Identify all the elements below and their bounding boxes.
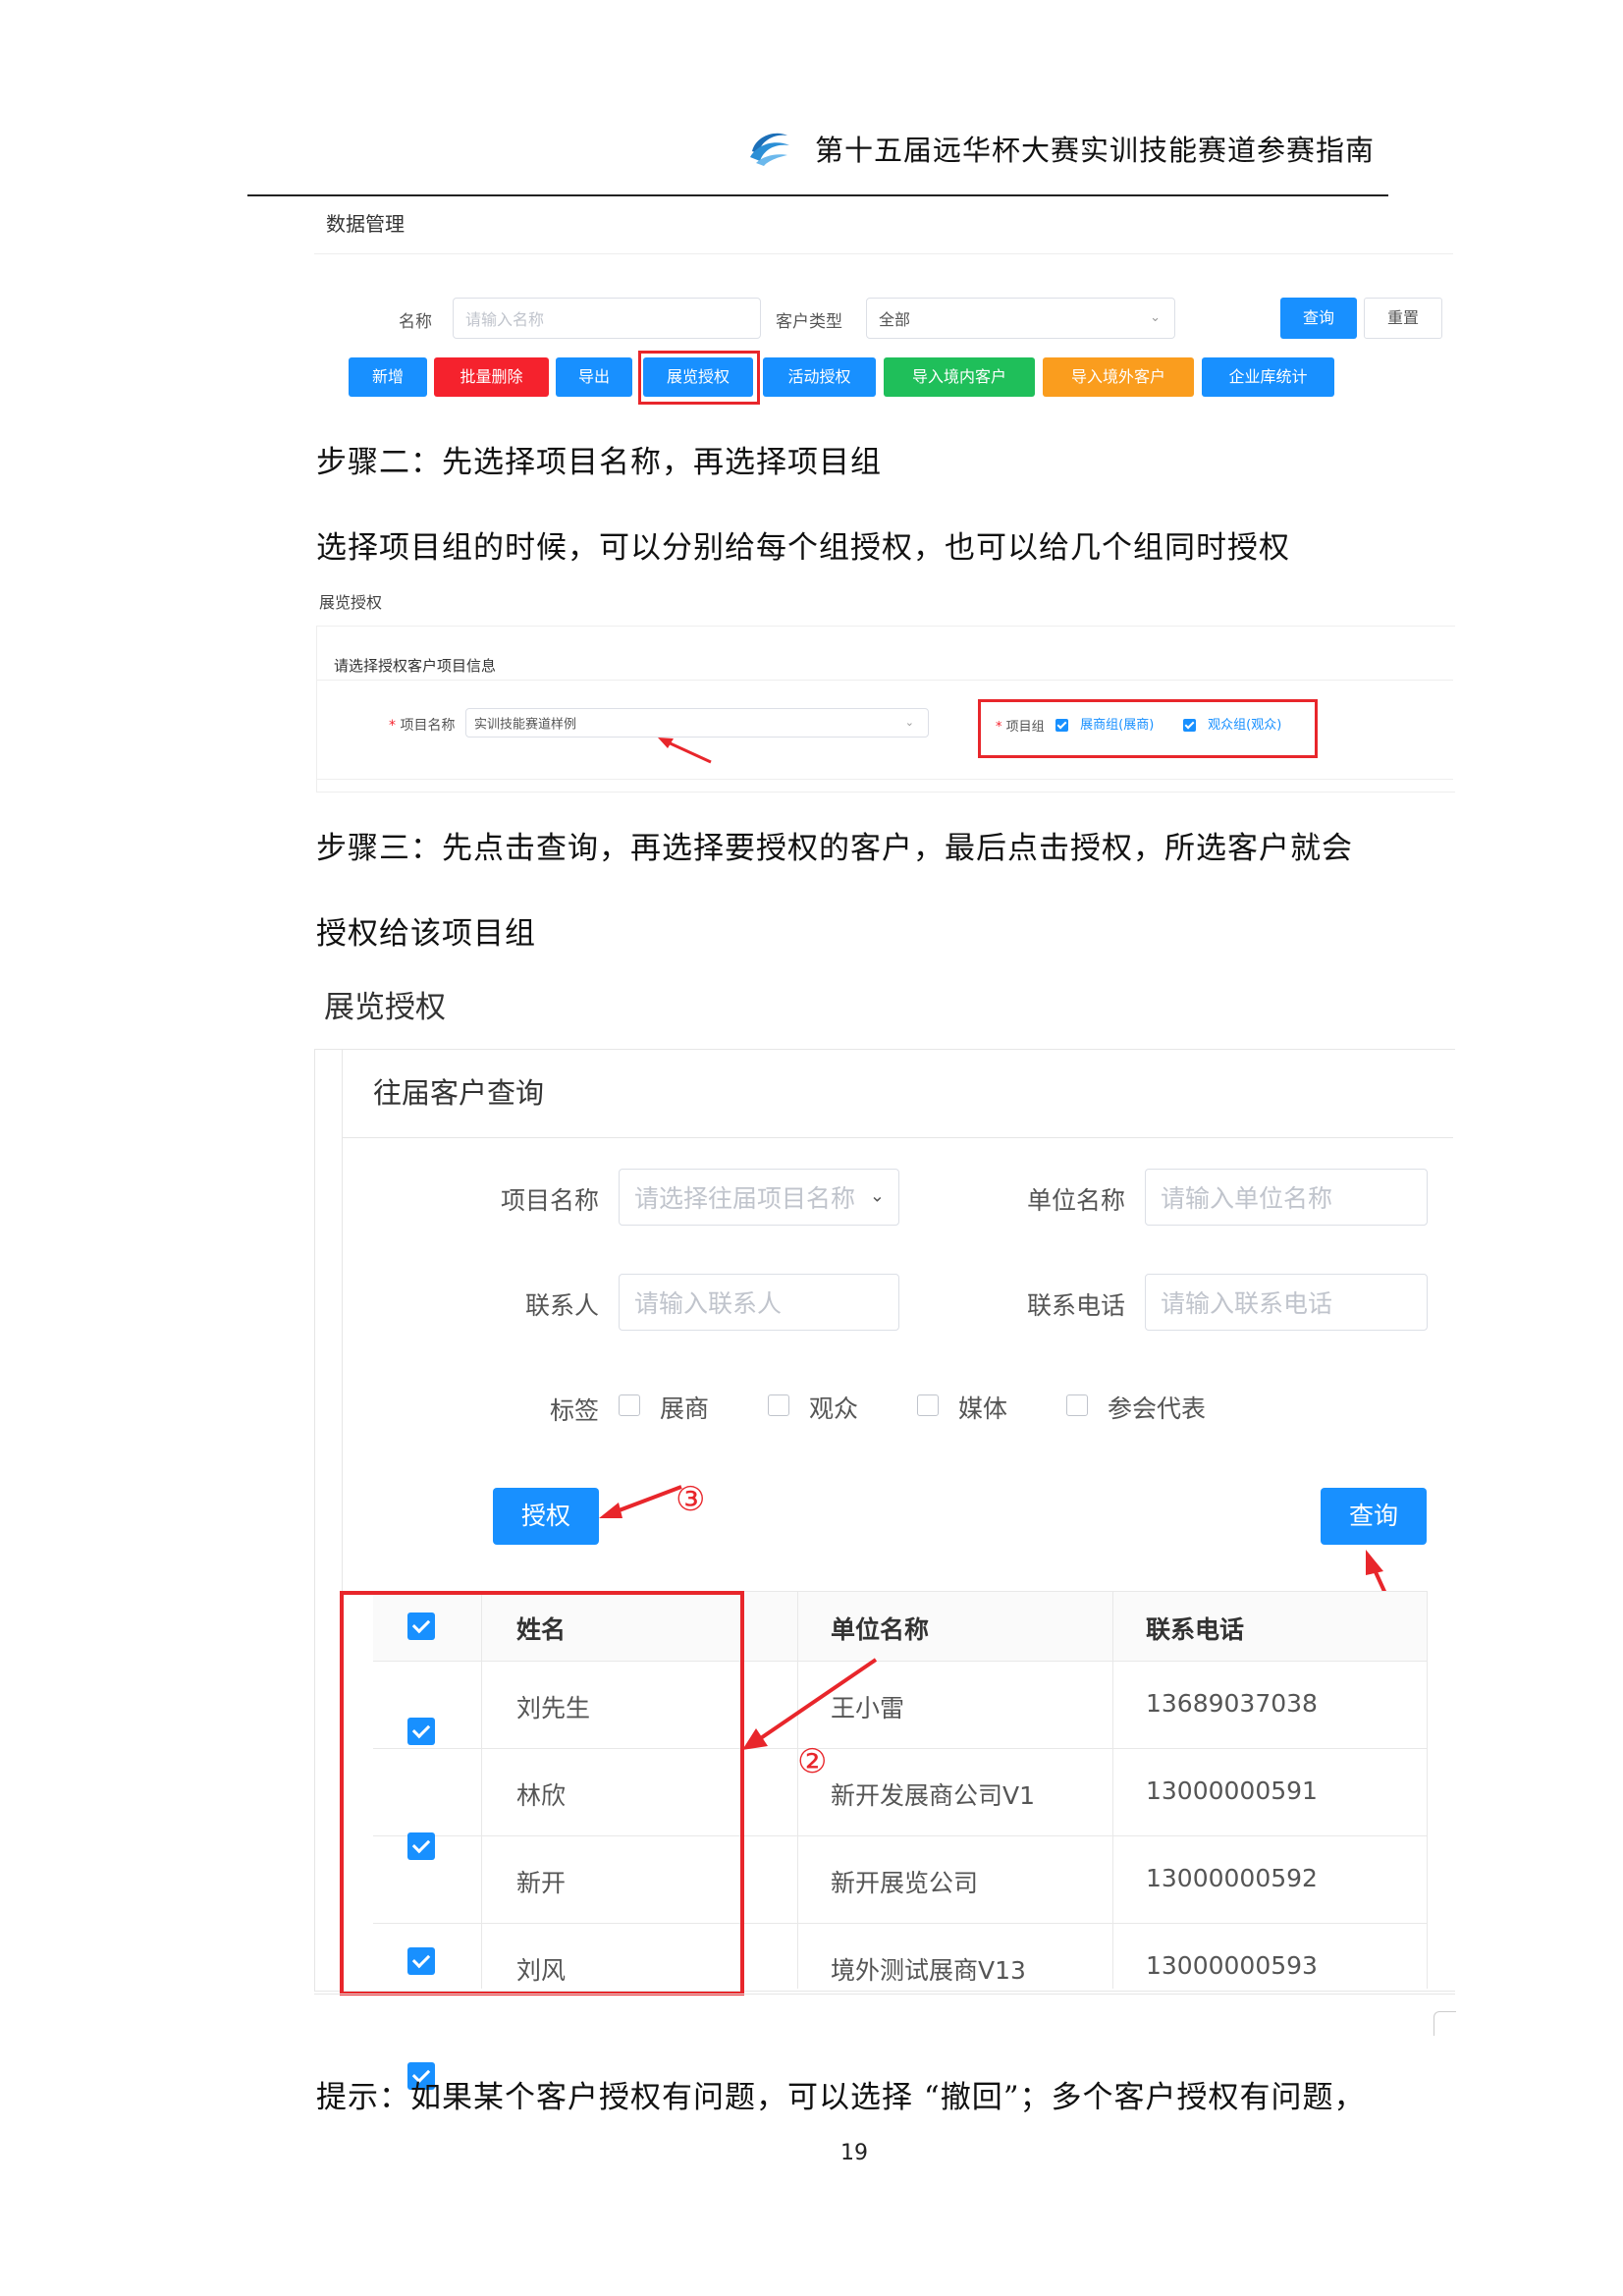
chevron-down-icon: ⌄ [904,715,914,729]
phone-label: 联系电话 [1026,1291,1125,1320]
row-phone: 13000000591 [1146,1777,1318,1805]
query-button[interactable]: 查询 [1280,298,1357,339]
export-button[interactable]: 导出 [556,357,632,397]
marker-3: ③ [676,1480,706,1519]
row-phone: 13000000593 [1146,1951,1318,1980]
query-button[interactable]: 查询 [1321,1488,1427,1545]
phone-input[interactable]: 请输入联系电话 [1145,1274,1428,1331]
arrow-annotation-icon [658,738,712,764]
past-project-select[interactable]: 请选择往届项目名称 ⌄ [619,1169,899,1226]
import-overseas-button[interactable]: 导入境外客户 [1043,357,1194,397]
row-phone: 13000000592 [1146,1864,1318,1892]
highlight-box [638,351,760,405]
marker-2: ② [797,1742,828,1781]
column-header-unit: 单位名称 [831,1615,930,1644]
step3-text-line1: 步骤三：先点击查询，再选择要授权的客户，最后点击授权，所选客户就会 [316,831,1353,866]
customer-type-label: 客户类型 [776,312,842,332]
tag-visitor-checkbox[interactable] [768,1394,789,1416]
divider [314,1994,1455,1995]
selected-customers-highlight-box [340,1591,744,1995]
chevron-down-icon: ⌄ [869,1185,885,1207]
row-phone: 13689037038 [1146,1689,1318,1718]
activity-authorize-button[interactable]: 活动授权 [763,357,876,397]
name-input[interactable]: 请输入名称 [453,298,761,339]
checkbox-checked-icon [1183,719,1196,732]
divider [317,680,1453,681]
chevron-down-icon: ⌄ [1150,309,1161,325]
contest-logo-icon [750,133,789,166]
data-management-title: 数据管理 [326,212,405,236]
add-button[interactable]: 新增 [349,357,427,397]
table-border [797,1591,798,1989]
document-header-title: 第十五届远华杯大赛实训技能赛道参赛指南 [815,134,1376,167]
import-domestic-button[interactable]: 导入境内客户 [884,357,1035,397]
tag-exhibitor-label: 展商 [660,1394,710,1423]
enterprise-stats-button[interactable]: 企业库统计 [1202,357,1334,397]
contact-input[interactable]: 请输入联系人 [619,1274,899,1331]
unit-name-input[interactable]: 请输入单位名称 [1145,1169,1428,1226]
divider [317,779,1453,780]
arrow-annotation-icon [599,1485,682,1518]
project-info-heading: 请选择授权客户项目信息 [334,657,497,675]
tag-visitor-label: 观众 [809,1394,859,1423]
step2-text: 步骤二：先选择项目名称，再选择项目组 [316,445,882,480]
project-group-label: * 项目组 [996,720,1045,735]
row-unit: 新开发展商公司V1 [831,1781,1036,1810]
tag-media-label: 媒体 [958,1394,1008,1423]
past-customer-query-heading: 往届客户查询 [373,1076,545,1110]
contact-label: 联系人 [524,1291,599,1320]
unit-name-label: 单位名称 [1026,1186,1125,1215]
header-divider [247,194,1388,196]
step3-text-line2: 授权给该项目组 [316,916,536,952]
group-visitor-checkbox[interactable]: 观众组(观众) [1183,714,1281,733]
row-unit: 新开展览公司 [831,1869,979,1897]
authorize-button[interactable]: 授权 [493,1488,599,1545]
project-name-select[interactable]: 实训技能赛道样例 ⌄ [465,708,929,738]
name-label: 名称 [399,312,432,332]
tag-exhibitor-checkbox[interactable] [619,1394,640,1416]
tip-text: 提示：如果某个客户授权有问题，可以选择 “撤回”；多个客户授权有问题， [316,2080,1366,2115]
project-name-label: * 项目名称 [389,718,456,734]
table-border [1112,1591,1113,1989]
divider [314,253,1453,254]
table-border [1427,1591,1428,1989]
scrollbar-corner [1434,2011,1456,2036]
row-unit: 境外测试展商V13 [831,1956,1026,1985]
divider [343,1137,1453,1138]
column-header-phone: 联系电话 [1146,1615,1245,1644]
tag-delegate-checkbox[interactable] [1066,1394,1088,1416]
reset-button[interactable]: 重置 [1364,298,1442,339]
step2-detail-text: 选择项目组的时候，可以分别给每个组授权，也可以给几个组同时授权 [316,530,1290,566]
page-number: 19 [840,2141,868,2165]
tag-label: 标签 [549,1396,599,1425]
group-exhibitor-checkbox[interactable]: 展商组(展商) [1055,714,1154,733]
tag-delegate-label: 参会代表 [1108,1394,1207,1423]
arrow-annotation-icon [742,1658,878,1750]
batch-delete-button[interactable]: 批量删除 [434,357,549,397]
checkbox-checked-icon [1055,719,1068,732]
tag-media-checkbox[interactable] [917,1394,939,1416]
exhibition-authorize-title: 展览授权 [324,990,446,1025]
customer-type-select[interactable]: 全部 ⌄ [866,298,1175,339]
project-name-label: 项目名称 [500,1186,599,1215]
exhibition-authorize-title: 展览授权 [319,593,383,612]
